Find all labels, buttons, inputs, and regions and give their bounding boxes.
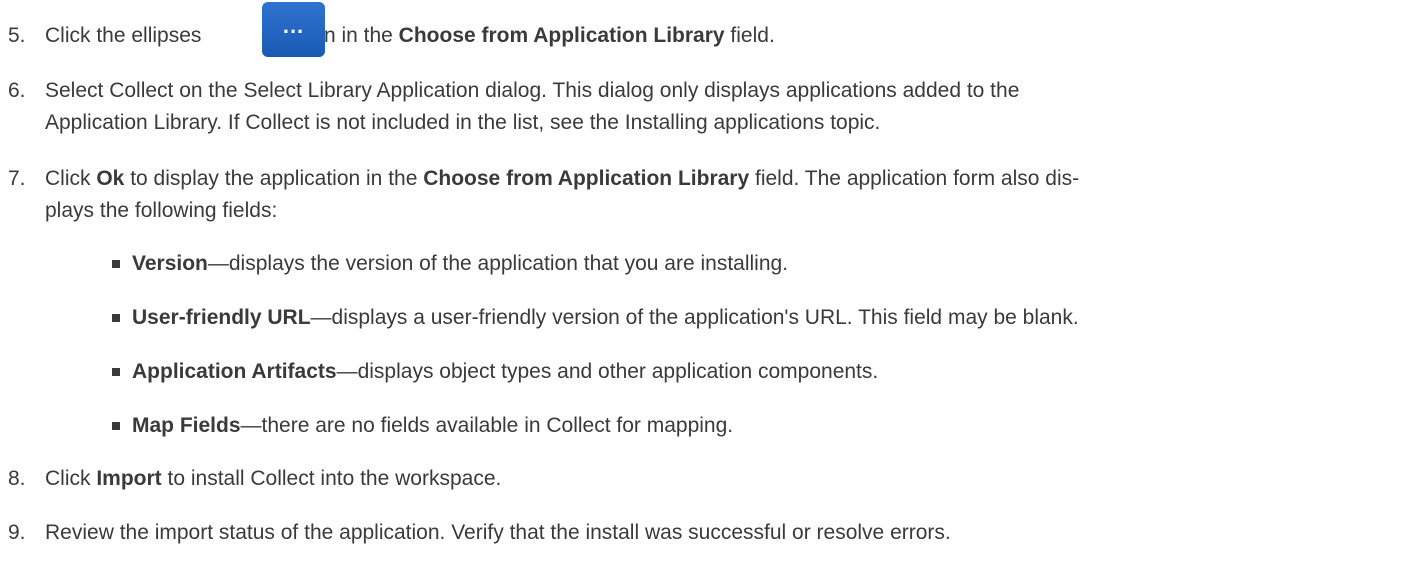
step-text-line: Select Collect on the Select Library App…	[45, 79, 1020, 102]
step-text: Select Collect on the Select Library App…	[45, 75, 1420, 139]
field-term: Map Fields	[132, 414, 241, 437]
step-text-part: to display the application in the	[124, 167, 424, 190]
button-name: Ok	[96, 167, 125, 190]
step-6: 6. Select Collect on the Select Library …	[0, 75, 1420, 139]
field-desc: —there are no fields available in Collec…	[240, 414, 734, 437]
field-term: Application Artifacts	[132, 360, 337, 383]
field-desc: —displays a user-friendly version of the…	[310, 306, 1079, 329]
step-5: 5. Click the ellipses button in the Choo…	[0, 20, 1420, 52]
button-name: Import	[96, 467, 162, 490]
step-7: 7. Click Ok to display the application i…	[0, 163, 1420, 227]
step-text-part: field.	[724, 24, 775, 47]
field-item-text: Version—displays the version of the appl…	[132, 248, 1420, 280]
step-number: 9.	[8, 521, 26, 544]
field-desc: —displays object types and other applica…	[336, 360, 879, 383]
field-term: User-friendly URL	[132, 306, 311, 329]
field-name: Choose from Application Library	[423, 167, 750, 190]
step-text-part: Click the ellipses	[45, 24, 202, 47]
step-text: Click Ok to display the application in t…	[45, 163, 1420, 227]
field-item-text: User-friendly URL—displays a user-friend…	[132, 302, 1420, 334]
field-item-text: Application Artifacts—displays object ty…	[132, 356, 1420, 388]
field-item: User-friendly URL—displays a user-friend…	[0, 302, 1420, 334]
step-number: 8.	[8, 467, 26, 490]
bullet-icon	[112, 422, 120, 430]
step-text: Click the ellipses button in the Choose …	[45, 20, 1420, 52]
step-text: Click Import to install Collect into the…	[45, 463, 1420, 495]
field-item: Application Artifacts—displays object ty…	[0, 356, 1420, 388]
field-name: Choose from Application Library	[398, 24, 725, 47]
field-item: Map Fields—there are no fields available…	[0, 410, 1420, 442]
step-number: 7.	[8, 167, 26, 190]
step-text-line: plays the following fields:	[45, 199, 278, 222]
bullet-icon	[112, 314, 120, 322]
step-text-part: Click	[45, 167, 97, 190]
step-9: 9. Review the import status of the appli…	[0, 517, 1420, 549]
ellipsis-button[interactable]: ...	[262, 2, 325, 57]
step-text-part: field. The application form also dis-	[749, 167, 1080, 190]
field-item-text: Map Fields—there are no fields available…	[132, 410, 1420, 442]
ellipsis-icon: ...	[282, 13, 305, 38]
step-text-line: Review the import status of the applicat…	[45, 521, 951, 544]
step-number: 5.	[8, 24, 26, 47]
bullet-icon	[112, 260, 120, 268]
step-number: 6.	[8, 79, 26, 102]
step-8: 8. Click Import to install Collect into …	[0, 463, 1420, 495]
step-text-line: Click Ok to display the application in t…	[45, 163, 1420, 195]
step-text: Review the import status of the applicat…	[45, 517, 1420, 549]
step-text-part: Click	[45, 467, 97, 490]
bullet-icon	[112, 368, 120, 376]
field-term: Version	[132, 252, 208, 275]
field-desc: —displays the version of the application…	[207, 252, 789, 275]
step-text-line: Application Library. If Collect is not i…	[45, 111, 881, 134]
step-text-part: to install Collect into the workspace.	[161, 467, 502, 490]
field-item: Version—displays the version of the appl…	[0, 248, 1420, 280]
